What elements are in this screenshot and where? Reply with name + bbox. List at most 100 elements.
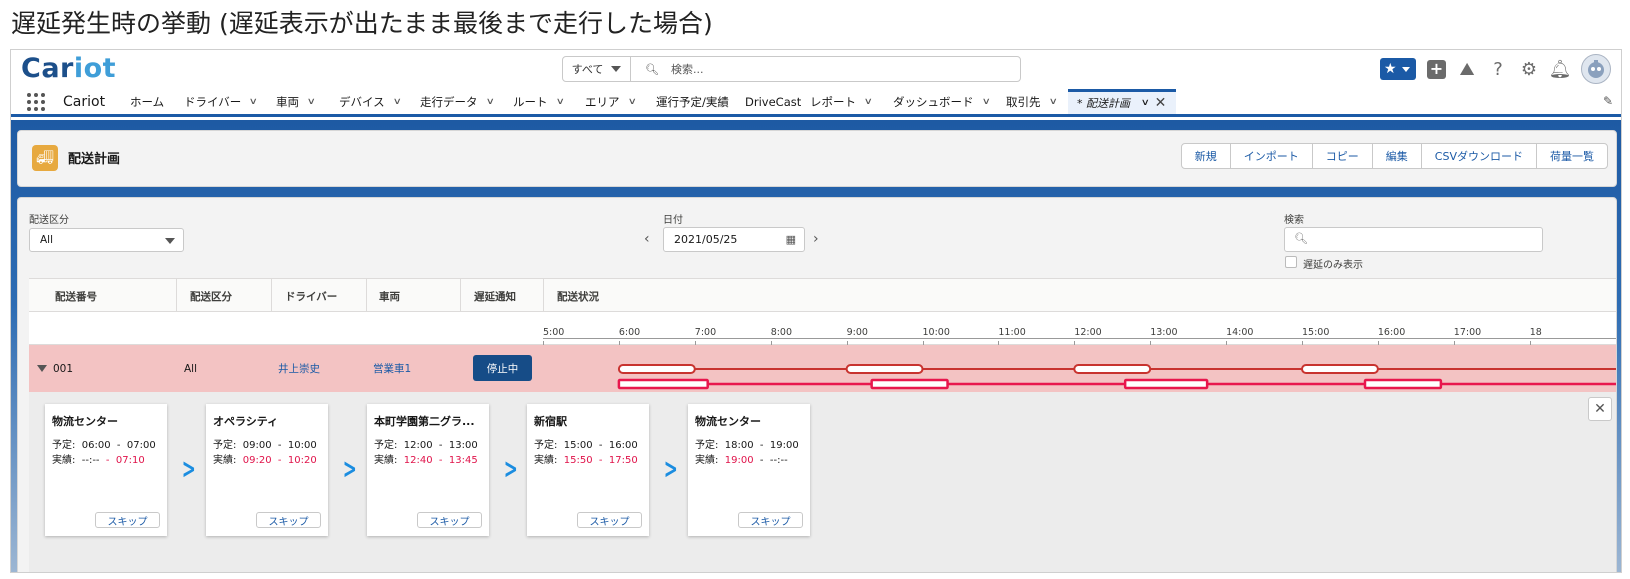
- delay-only-label: 遅延のみ表示: [1303, 260, 1363, 271]
- app-launcher-icon[interactable]: [27, 93, 45, 111]
- stop-card[interactable]: オペラシティ 予定: 09:00 - 10:00 実績: 09:20 - 10:20…: [206, 404, 328, 536]
- app-name: Cariot: [63, 94, 106, 110]
- chevron-down-icon[interactable]: ∨: [249, 97, 258, 107]
- action-button[interactable]: コピー: [1311, 143, 1373, 169]
- nav-item[interactable]: レポート ∨: [810, 89, 873, 114]
- cariot-logo[interactable]: Cariot: [21, 53, 116, 84]
- main-card: 配送区分 All 日付 ‹ 2021/05/25 ▦ › 検索 🔍︎ 遅延のみ表…: [17, 197, 1617, 572]
- chevron-right-icon: >: [181, 452, 196, 485]
- search-label: 検索: [1284, 215, 1304, 226]
- action-button[interactable]: インポート: [1229, 143, 1313, 169]
- edit-nav-pencil-icon[interactable]: ✎: [1603, 94, 1613, 108]
- chevron-down-icon[interactable]: ∨: [555, 97, 564, 107]
- plan-to: 07:00: [126, 440, 156, 451]
- plan-from: 09:00: [242, 440, 272, 451]
- page-title: 配送計画: [68, 152, 121, 167]
- stop-plan-line: 予定: 12:00 - 13:00: [374, 440, 478, 451]
- nav-item[interactable]: DriveCast: [745, 89, 801, 114]
- date-prev-chevron-icon[interactable]: ‹: [644, 231, 650, 247]
- nav-item[interactable]: ドライバー ∨: [184, 89, 258, 114]
- plan-from: 06:00: [81, 440, 111, 451]
- bell-icon[interactable]: 🔔︎: [1549, 59, 1572, 80]
- stop-actual-line: 実績: 09:20 - 10:20: [213, 455, 317, 466]
- chevron-down-icon: [1401, 66, 1410, 72]
- chevron-down-icon[interactable]: ∨: [1141, 98, 1150, 108]
- global-actions-plus-icon[interactable]: +: [1427, 59, 1446, 79]
- gantt-chart: [617, 364, 1616, 390]
- time-tick-label: 8:00: [770, 327, 793, 338]
- search-input[interactable]: 🔍︎ 検索...: [631, 57, 1020, 81]
- col-header-driver[interactable]: ドライバー: [285, 279, 337, 313]
- action-button[interactable]: 新規: [1180, 143, 1231, 169]
- action-button[interactable]: CSVダウンロード: [1420, 143, 1537, 169]
- actual-from: 12:40: [403, 455, 433, 466]
- col-header-number[interactable]: 配送番号: [55, 279, 97, 313]
- skip-button[interactable]: スキップ: [95, 512, 160, 528]
- header-icons: ★ + ⛰ ? ⚙ 🔔︎: [1380, 54, 1611, 84]
- nav-item[interactable]: 走行データ ∨: [420, 89, 494, 114]
- nav-item[interactable]: ホーム: [130, 89, 164, 114]
- col-header-category[interactable]: 配送区分: [190, 279, 232, 313]
- chevron-down-icon[interactable]: ∨: [1048, 97, 1057, 107]
- stop-card[interactable]: 本町学園第二グラ... 予定: 12:00 - 13:00 実績: 12:40 - …: [367, 404, 489, 536]
- nav-item[interactable]: デバイス ∨: [339, 89, 402, 114]
- nav-item[interactable]: 運行予定/実績: [656, 89, 729, 114]
- close-icon[interactable]: ✕: [1588, 397, 1612, 421]
- action-button[interactable]: 荷量一覧: [1536, 143, 1608, 169]
- calendar-icon[interactable]: ▦: [786, 233, 796, 246]
- chevron-down-icon[interactable]: ∨: [307, 97, 316, 107]
- search-placeholder: 検索...: [670, 63, 704, 76]
- col-header-status[interactable]: 配送状況: [557, 279, 599, 313]
- date-next-chevron-icon[interactable]: ›: [813, 231, 819, 247]
- time-axis-line: [543, 338, 1616, 339]
- favorites-button[interactable]: ★: [1380, 58, 1416, 80]
- actual-label: 実績:: [52, 455, 76, 466]
- col-header-delay-notice[interactable]: 遅延通知: [474, 279, 516, 313]
- stop-card[interactable]: 新宿駅 予定: 15:00 - 16:00 実績: 15:50 - 17:50 スキッ…: [527, 404, 649, 536]
- close-tab-icon[interactable]: ✕: [1155, 95, 1167, 111]
- stop-card[interactable]: 物流センター 予定: 18:00 - 19:00 実績: 19:00 - --:--…: [688, 404, 810, 536]
- nav-item[interactable]: 取引先 ∨: [1006, 89, 1057, 114]
- nav-bar: Cariot ホーム ドライバー ∨ 車両 ∨ デバイス ∨ 走行データ ∨ ルート ∨ エリア ∨ 運行…: [11, 89, 1621, 117]
- chevron-down-icon[interactable]: ∨: [627, 97, 636, 107]
- nav-item[interactable]: ダッシュボード ∨: [893, 89, 990, 114]
- nav-item[interactable]: エリア ∨: [585, 89, 636, 114]
- chevron-down-icon[interactable]: ∨: [981, 97, 990, 107]
- nav-item[interactable]: 車両 ∨: [276, 89, 316, 114]
- search-scope-dropdown[interactable]: すべて: [563, 57, 631, 81]
- delay-only-checkbox[interactable]: [1285, 256, 1297, 268]
- avatar[interactable]: [1581, 54, 1611, 84]
- nav-item[interactable]: ルート ∨: [513, 89, 564, 114]
- skip-button[interactable]: スキップ: [738, 512, 803, 528]
- nav-item-label: ドライバー: [184, 94, 242, 109]
- gear-icon[interactable]: ⚙: [1519, 59, 1539, 80]
- help-icon[interactable]: ?: [1488, 59, 1508, 80]
- col-header-vehicle[interactable]: 車両: [379, 279, 400, 313]
- planned-stop-bar: [1073, 364, 1152, 374]
- tab-delivery-plan[interactable]: * 配送計画 ∨ ✕: [1068, 89, 1176, 114]
- category-select[interactable]: All: [29, 228, 184, 252]
- search-scope-label: すべて: [571, 63, 604, 76]
- stop-card[interactable]: 物流センター 予定: 06:00 - 07:00 実績: --:-- - 07:10…: [45, 404, 167, 536]
- plan-label: 予定:: [374, 440, 398, 451]
- chevron-down-icon[interactable]: ∨: [864, 97, 873, 107]
- actual-from: --:--: [81, 455, 100, 466]
- actual-from: 09:20: [242, 455, 272, 466]
- actual-to: 07:10: [115, 455, 145, 466]
- actual-label: 実績:: [374, 455, 398, 466]
- skip-button[interactable]: スキップ: [577, 512, 642, 528]
- trailhead-icon[interactable]: ⛰: [1457, 59, 1477, 80]
- skip-button[interactable]: スキップ: [256, 512, 321, 528]
- planned-stop-bar: [1301, 364, 1379, 374]
- nav-item-label: ダッシュボード: [893, 94, 974, 109]
- skip-button[interactable]: スキップ: [417, 512, 482, 528]
- search-icon: 🔍︎: [1294, 232, 1308, 245]
- chevron-down-icon[interactable]: ∨: [485, 97, 494, 107]
- action-button[interactable]: 編集: [1371, 143, 1422, 169]
- chevron-down-icon[interactable]: ∨: [392, 97, 401, 107]
- table-search-input[interactable]: 🔍︎: [1284, 227, 1543, 252]
- route-detail-panel: 物流センター 予定: 06:00 - 07:00 実績: --:-- - 07:10…: [29, 392, 1616, 572]
- table-row[interactable]: 001 All 井上崇史 営業車1 停止中: [29, 345, 1616, 392]
- stop-actual-line: 実績: 12:40 - 13:45: [374, 455, 478, 466]
- date-input[interactable]: 2021/05/25 ▦: [663, 227, 805, 252]
